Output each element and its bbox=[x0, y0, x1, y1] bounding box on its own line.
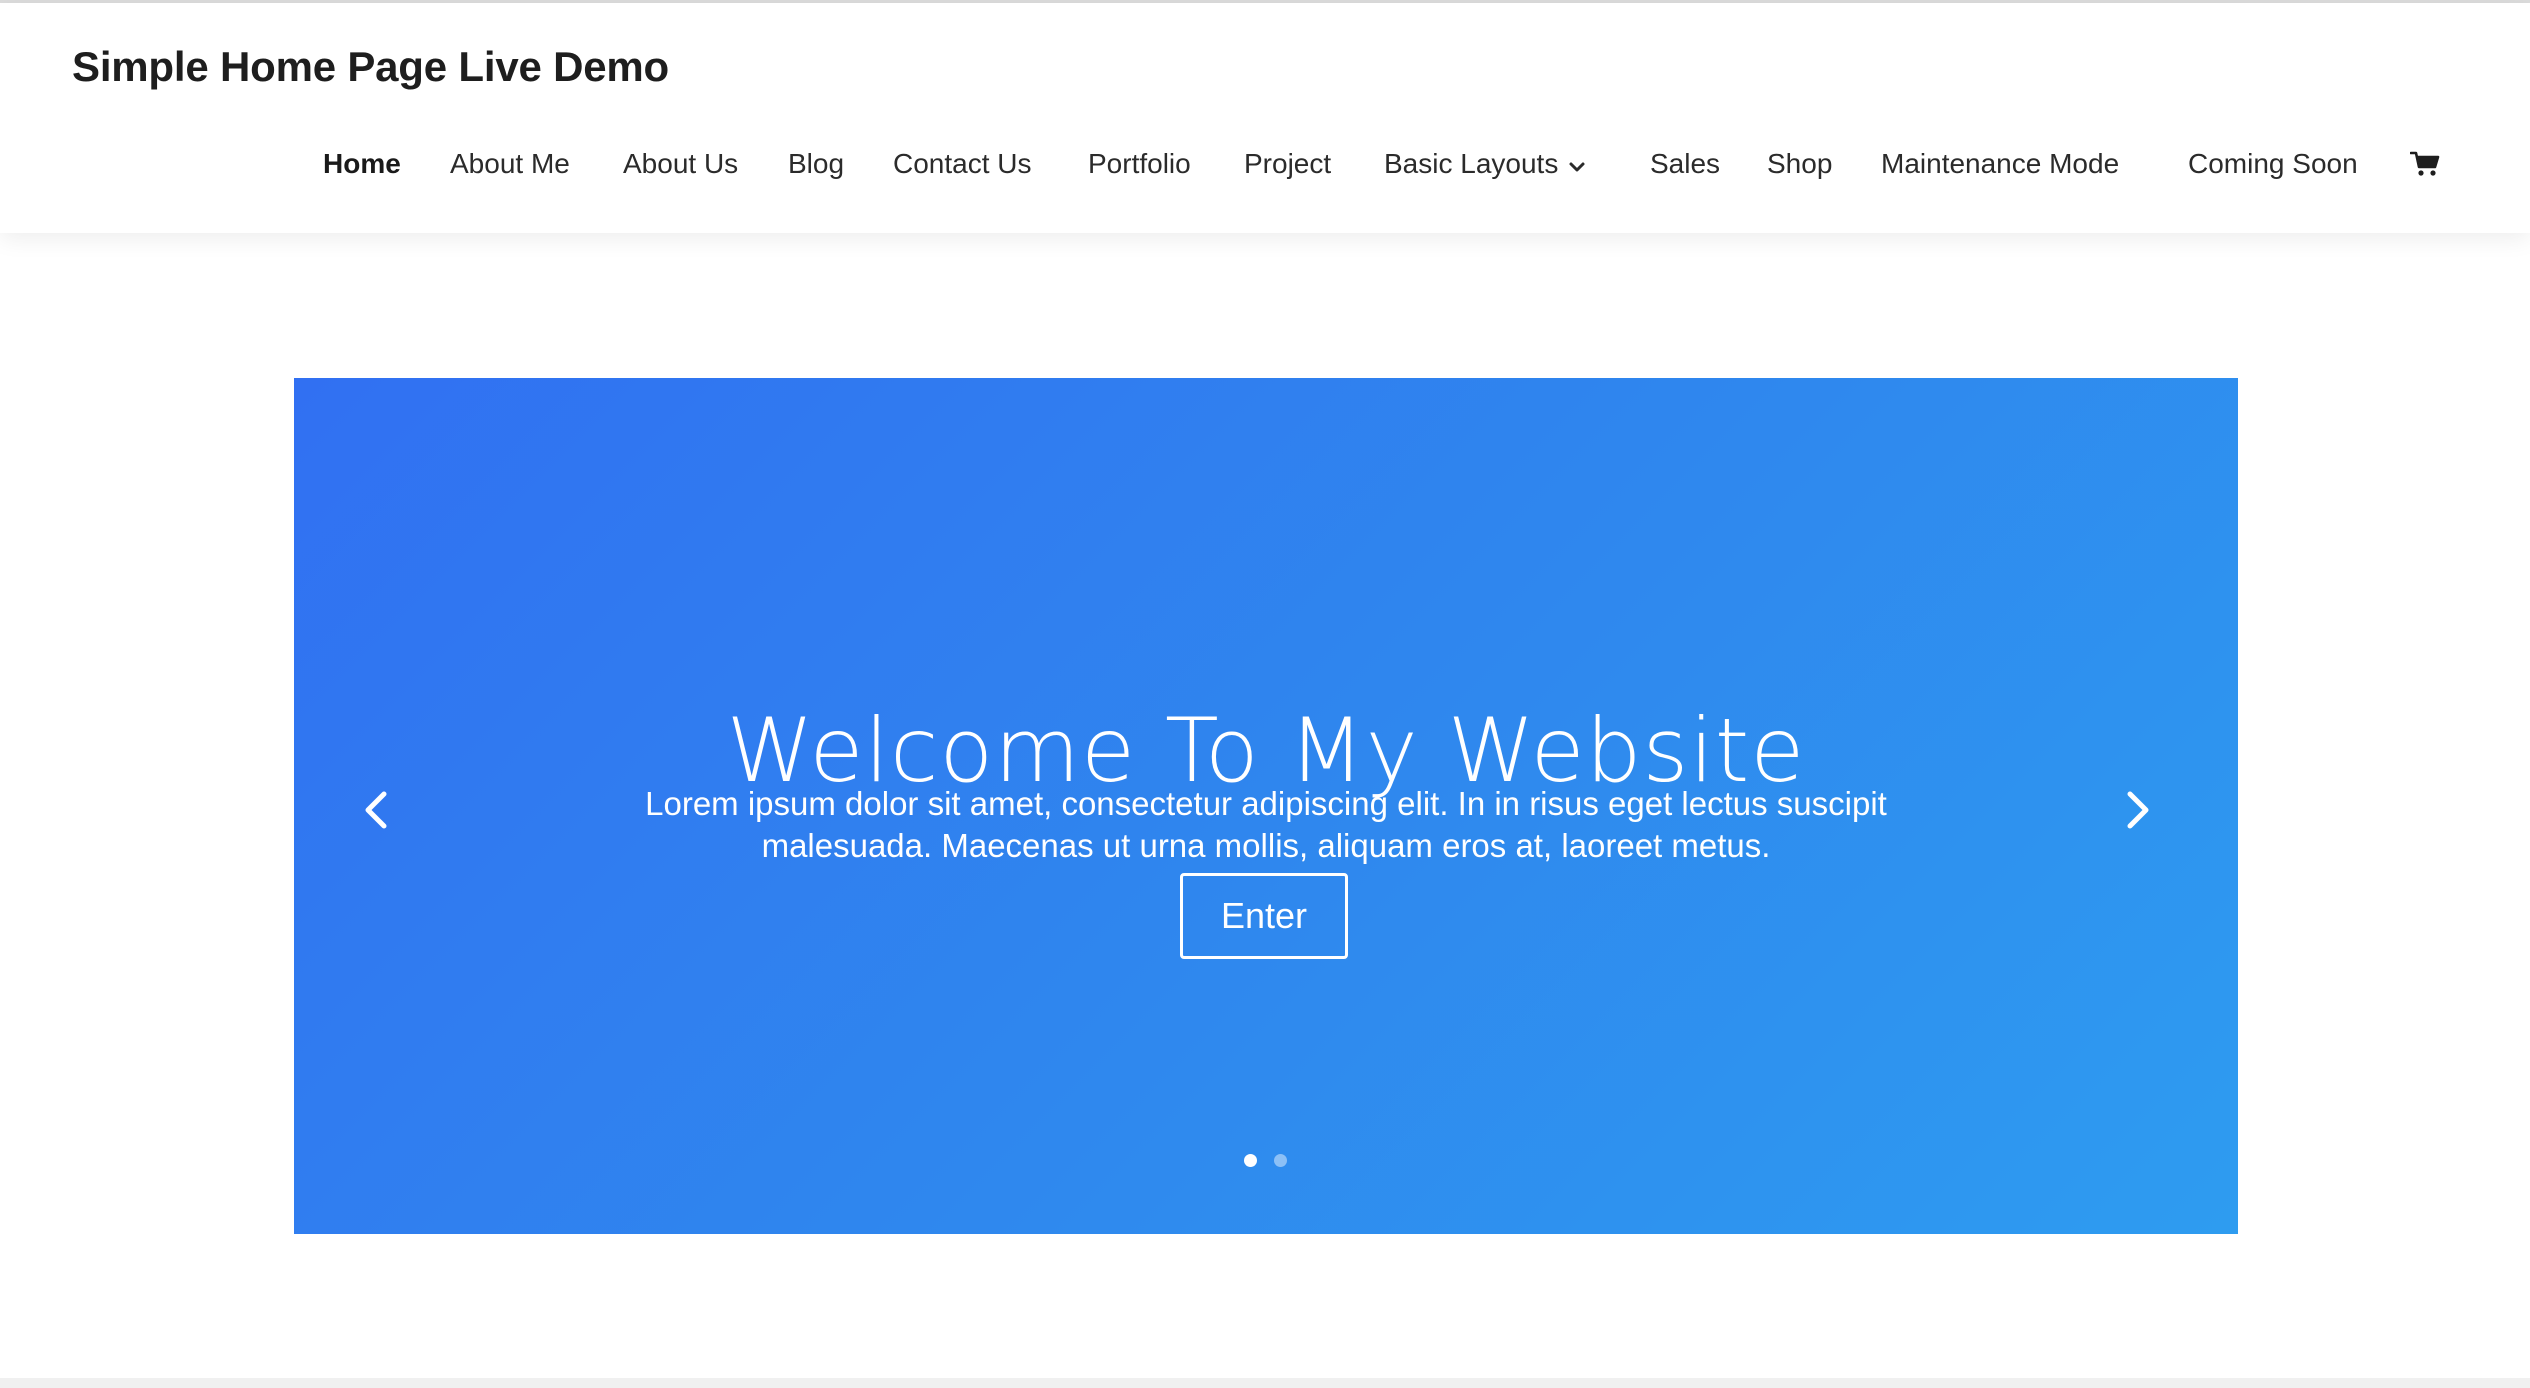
nav-item-shop[interactable]: Shop bbox=[1767, 141, 1832, 187]
chevron-down-icon bbox=[1568, 141, 1586, 187]
hero-description: Lorem ipsum dolor sit amet, consectetur … bbox=[645, 785, 1887, 864]
nav-item-maintenance-mode[interactable]: Maintenance Mode bbox=[1881, 141, 2119, 187]
nav-item-basic-layouts-label: Basic Layouts bbox=[1384, 148, 1559, 179]
slider-pagination bbox=[1244, 1154, 1288, 1168]
nav-item-project[interactable]: Project bbox=[1244, 141, 1331, 187]
nav-item-about-me[interactable]: About Me bbox=[450, 141, 570, 187]
main-nav: Home About Me About Us Blog Contact Us P… bbox=[0, 141, 2530, 187]
nav-item-portfolio[interactable]: Portfolio bbox=[1088, 141, 1191, 187]
nav-item-sales[interactable]: Sales bbox=[1650, 141, 1720, 187]
enter-button[interactable]: Enter bbox=[1180, 873, 1348, 959]
slider-dot-2[interactable] bbox=[1274, 1154, 1287, 1167]
nav-item-basic-layouts[interactable]: Basic Layouts bbox=[1384, 141, 1586, 187]
cart-icon[interactable] bbox=[2409, 150, 2440, 183]
slider-dot-1[interactable] bbox=[1244, 1154, 1257, 1167]
chevron-left-icon[interactable] bbox=[356, 780, 396, 840]
nav-item-coming-soon[interactable]: Coming Soon bbox=[2188, 141, 2358, 187]
hero-slider: Welcome To My Website Lorem ipsum dolor … bbox=[294, 378, 2238, 1234]
nav-item-home[interactable]: Home bbox=[323, 141, 401, 187]
bottom-border bbox=[0, 1378, 2530, 1388]
nav-item-about-us[interactable]: About Us bbox=[623, 141, 738, 187]
chevron-right-icon[interactable] bbox=[2118, 780, 2158, 840]
site-title[interactable]: Simple Home Page Live Demo bbox=[72, 43, 669, 91]
site-header: Simple Home Page Live Demo Home About Me… bbox=[0, 3, 2530, 233]
nav-item-blog[interactable]: Blog bbox=[788, 141, 844, 187]
nav-item-contact-us[interactable]: Contact Us bbox=[893, 141, 1032, 187]
